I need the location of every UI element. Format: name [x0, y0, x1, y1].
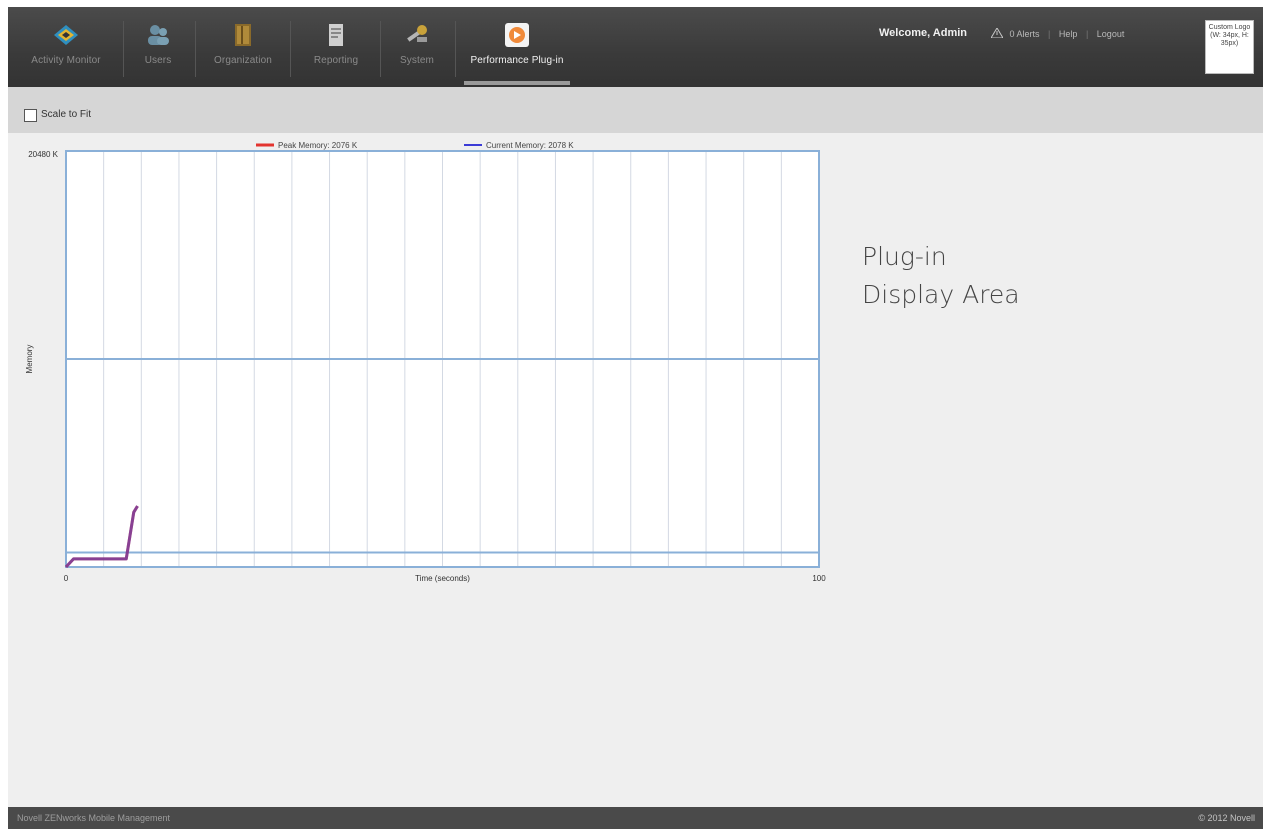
plugin-text-line1: Plug-in — [862, 242, 947, 271]
nav-label: System — [400, 55, 434, 66]
nav-label: Users — [144, 55, 172, 66]
custom-logo: Custom Logo (W: 34px, H: 35px) — [1205, 20, 1254, 74]
header-links: 0 Alerts | Help | Logout — [990, 27, 1125, 39]
alert-icon — [990, 27, 1004, 39]
legend-label: Peak Memory: 2076 K — [278, 141, 358, 150]
top-navigation: Activity Monitor Users Organization Repo… — [8, 7, 1263, 87]
nav-label: Reporting — [313, 55, 359, 66]
nav-label: Performance Plug-in — [470, 55, 564, 66]
footer-copyright: © 2012 Novell — [1198, 813, 1255, 823]
nav-organization[interactable]: Organization — [203, 21, 283, 81]
footer: Novell ZENworks Mobile Management © 2012… — [8, 807, 1263, 829]
x-tick-label: 0 — [64, 574, 69, 583]
welcome-text: Welcome, Admin — [879, 27, 968, 39]
nav-users[interactable]: Users — [128, 21, 188, 81]
x-axis-label: Time (seconds) — [415, 574, 470, 583]
legend-label: Current Memory: 2078 K — [486, 141, 574, 150]
nav-reporting[interactable]: Reporting — [298, 21, 374, 81]
performance-plugin-icon — [505, 23, 529, 47]
y-axis-label: Memory — [25, 345, 34, 374]
system-icon — [407, 25, 427, 42]
footer-product: Novell ZENworks Mobile Management — [17, 813, 171, 823]
toolbar: Scale to Fit — [8, 87, 1263, 133]
app-frame: Activity Monitor Users Organization Repo… — [8, 7, 1263, 829]
logout-link[interactable]: Logout — [1097, 29, 1125, 39]
x-tick-label: 100 — [812, 574, 826, 583]
help-link[interactable]: Help — [1059, 29, 1078, 39]
nav-system[interactable]: System — [386, 21, 448, 81]
reporting-icon — [329, 24, 343, 46]
memory-chart: Peak Memory: 2076 K Current Memory: 2078 … — [25, 141, 826, 583]
scale-to-fit-label[interactable]: Scale to Fit — [41, 109, 91, 120]
nav-activity-monitor[interactable]: Activity Monitor — [16, 21, 116, 81]
plugin-text-line2: Display Area — [862, 280, 1020, 309]
nav-label: Activity Monitor — [31, 55, 101, 66]
nav-label: Organization — [214, 55, 272, 66]
y-tick-label: 20480 K — [28, 150, 58, 159]
alerts-link[interactable]: 0 Alerts — [1010, 29, 1040, 39]
activity-monitor-icon — [54, 25, 78, 45]
users-icon — [148, 25, 169, 45]
nav-performance-plugin[interactable]: Performance Plug-in — [466, 21, 568, 81]
organization-icon — [235, 24, 251, 46]
active-tab-indicator — [464, 81, 570, 85]
scale-to-fit-checkbox[interactable] — [24, 109, 37, 122]
plugin-display-area: Plug-in Display Area — [862, 238, 1020, 314]
